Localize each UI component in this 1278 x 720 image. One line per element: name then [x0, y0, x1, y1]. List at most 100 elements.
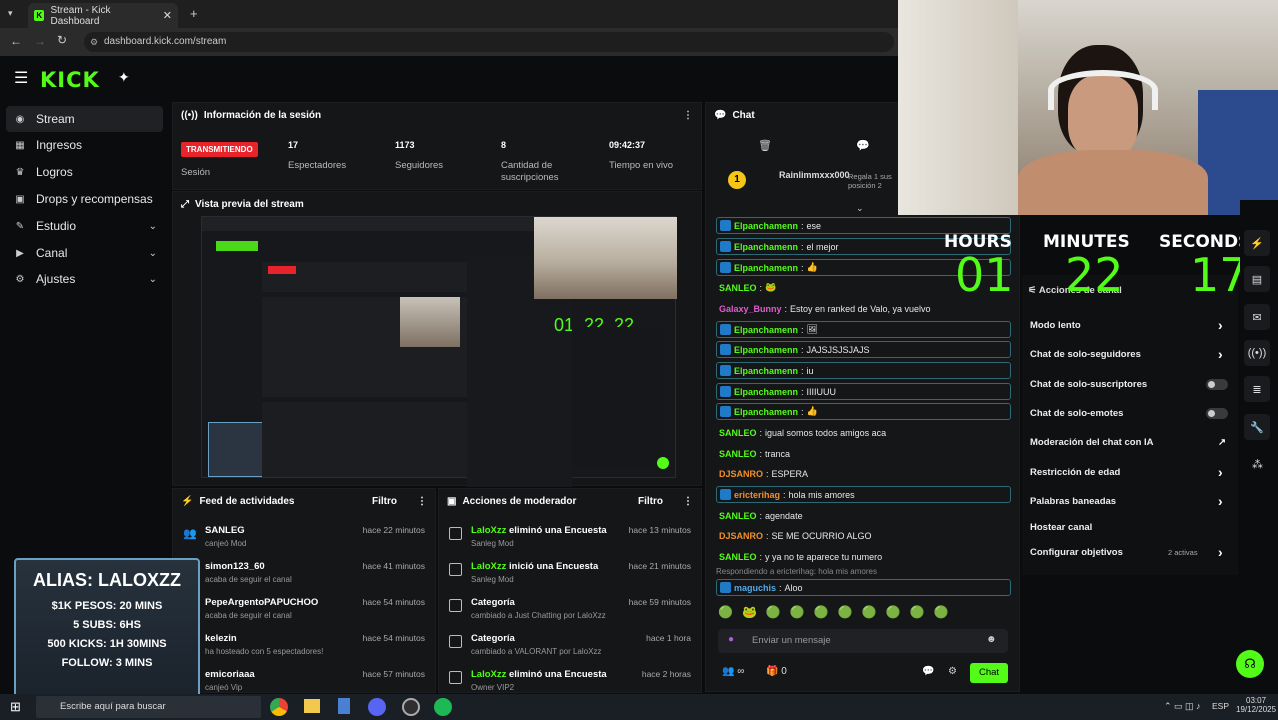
- mod-action-row: Categoría cambiado a Just Chatting por L…: [439, 591, 701, 627]
- mod-detail: cambiado a Just Chatting por LaloXzz: [471, 611, 606, 620]
- chat-bubble-icon[interactable]: 💬: [856, 139, 870, 152]
- chat-user[interactable]: Elpanchamenn: [734, 263, 798, 273]
- chat-user[interactable]: DJSANRO: [719, 531, 763, 541]
- sidebar-item-logros[interactable]: ♛ Logros: [6, 159, 163, 185]
- sidebar-item-ajustes[interactable]: ⚙ Ajustes ⌄: [6, 266, 163, 292]
- channel-action-item[interactable]: Palabras baneadas ›: [1030, 493, 1230, 509]
- channel-action-item[interactable]: Modo lento ›: [1030, 317, 1230, 333]
- sidebar-item-ingresos[interactable]: ▦ Ingresos: [6, 132, 163, 158]
- more-options-icon[interactable]: ⋮: [417, 496, 427, 507]
- sidebar-item-canal[interactable]: ▶ Canal ⌄: [6, 240, 163, 266]
- chat-user[interactable]: SANLEO: [719, 511, 757, 521]
- chat-user[interactable]: DJSANRO: [719, 469, 763, 479]
- chat-text: agendate: [765, 510, 803, 521]
- chat-user[interactable]: SANLEO: [719, 428, 757, 438]
- chat-user[interactable]: Elpanchamenn: [734, 407, 798, 417]
- more-options-icon[interactable]: ⋮: [683, 496, 693, 507]
- card-icon[interactable]: ▤: [1244, 266, 1270, 292]
- sidebar-item-label: Canal: [36, 246, 68, 260]
- users-count: 👥 ∞: [722, 666, 744, 677]
- kick-logo[interactable]: KICK: [40, 68, 100, 92]
- activity-time: hace 57 minutos: [362, 669, 425, 679]
- pin-tool-icon[interactable]: ✦: [118, 69, 130, 86]
- preview-live-badge: [268, 266, 296, 274]
- chat-user[interactable]: Elpanchamenn: [734, 345, 798, 355]
- send-chat-button[interactable]: Chat: [970, 663, 1008, 683]
- obs-icon[interactable]: [402, 698, 420, 716]
- support-icon[interactable]: ☊: [1236, 650, 1264, 678]
- chat-user[interactable]: ericterihag: [734, 490, 780, 500]
- channel-action-item[interactable]: Chat de solo-seguidores ›: [1030, 346, 1230, 362]
- forward-icon[interactable]: →: [34, 34, 46, 48]
- windows-start-icon[interactable]: ⊞: [10, 699, 21, 715]
- back-icon[interactable]: ←: [10, 34, 22, 48]
- sidebar-item-label: Ajustes: [36, 272, 76, 286]
- right-icon-rail: ⚡ ▤ ✉ ((•)) ≣ 🔧 ⁂ ☊: [1236, 200, 1278, 700]
- channel-action-item[interactable]: Hostear canal: [1030, 522, 1230, 533]
- file-icon[interactable]: [338, 698, 350, 714]
- channel-action-item[interactable]: Configurar objetivos 2 activas ›: [1030, 544, 1230, 560]
- channel-action-item[interactable]: Moderación del chat con IA ↗: [1030, 437, 1230, 448]
- channel-action-item[interactable]: Restricción de edad ›: [1030, 464, 1230, 480]
- bolt-icon[interactable]: ⚡: [1244, 230, 1270, 256]
- wrench-icon[interactable]: 🔧: [1244, 414, 1270, 440]
- chat-user[interactable]: Elpanchamenn: [734, 221, 798, 231]
- new-tab-icon[interactable]: +: [190, 6, 198, 21]
- emote-bar[interactable]: 🟢🐸🟢🟢🟢🟢🟢🟢🟢🟢: [718, 605, 957, 619]
- more-options-icon[interactable]: ⋮: [683, 110, 693, 121]
- chat-settings-icon[interactable]: ⚙: [948, 666, 957, 677]
- site-info-icon[interactable]: ⚙: [90, 32, 98, 52]
- menu-icon[interactable]: ☰: [14, 68, 28, 88]
- browser-tab[interactable]: K Stream - Kick Dashboard ✕: [28, 3, 178, 28]
- folder-icon[interactable]: [304, 699, 320, 713]
- chrome-icon[interactable]: [270, 698, 288, 716]
- chat-text: tranca: [765, 448, 791, 459]
- sidebar-item-estudio[interactable]: ✎ Estudio ⌄: [6, 213, 163, 239]
- channel-action-item[interactable]: Chat de solo-emotes: [1030, 408, 1230, 419]
- filter-button[interactable]: Filtro: [638, 496, 663, 507]
- close-tab-icon[interactable]: ✕: [163, 9, 172, 22]
- chat-emote-icon[interactable]: 💬: [922, 666, 934, 677]
- chat-user[interactable]: Elpanchamenn: [734, 387, 798, 397]
- panel-title: Acciones de moderador: [462, 495, 577, 507]
- taskbar-clock[interactable]: 03:07 19/12/2025: [1236, 696, 1276, 714]
- url-field[interactable]: ⚙ dashboard.kick.com/stream: [84, 32, 894, 52]
- chevron-down-icon: ⌄: [148, 273, 157, 285]
- tray-icons[interactable]: ⌃ ▭ ◫ ♪: [1164, 701, 1201, 712]
- chat-user[interactable]: SANLEO: [719, 552, 757, 562]
- reload-icon[interactable]: ↻: [57, 33, 67, 47]
- sidebar-item-drops[interactable]: ▣ Drops y recompensas: [6, 186, 163, 212]
- sidebar-item-stream[interactable]: ◉ Stream: [6, 106, 163, 132]
- message-icon[interactable]: ✉: [1244, 304, 1270, 330]
- preview-mod-panel: [572, 327, 664, 467]
- server-icon[interactable]: ≣: [1244, 376, 1270, 402]
- chat-text: 🐸: [765, 282, 777, 292]
- chat-user[interactable]: Elpanchamenn: [734, 242, 798, 252]
- chat-user[interactable]: Elpanchamenn: [734, 366, 798, 376]
- channel-action-item[interactable]: Chat de solo-suscriptores: [1030, 379, 1230, 390]
- chat-user[interactable]: Galaxy_Bunny: [719, 304, 782, 314]
- tab-list-icon[interactable]: ▾: [8, 8, 13, 19]
- broadcast-icon[interactable]: ((•)): [1244, 340, 1270, 366]
- chat-user[interactable]: SANLEO: [719, 449, 757, 459]
- chat-message: ericterihag: hola mis amores: [716, 486, 1011, 503]
- chat-message: Elpanchamenn: iu: [716, 362, 1011, 379]
- trash-icon[interactable]: 🗑: [758, 139, 772, 152]
- mic-icon[interactable]: ●: [728, 634, 734, 645]
- stream-preview-video[interactable]: 01 22 22: [201, 216, 677, 487]
- spotify-icon[interactable]: [434, 698, 452, 716]
- chat-input[interactable]: ● Enviar un mensaje ☻: [718, 629, 1008, 653]
- discord-icon[interactable]: [368, 698, 386, 716]
- chat-input-placeholder: Enviar un mensaje: [752, 635, 831, 646]
- taskbar-search[interactable]: Escribe aquí para buscar: [36, 696, 261, 718]
- toggle-switch[interactable]: [1206, 408, 1228, 419]
- chat-user[interactable]: Elpanchamenn: [734, 325, 798, 335]
- language-indicator[interactable]: ESP: [1212, 701, 1229, 711]
- activity-detail: canjeó Mod: [205, 539, 247, 548]
- chat-user[interactable]: SANLEO: [719, 283, 757, 293]
- emoji-icon[interactable]: ☻: [986, 634, 997, 645]
- toggle-switch[interactable]: [1206, 379, 1228, 390]
- filter-button[interactable]: Filtro: [372, 496, 397, 507]
- people-icon[interactable]: ⁂: [1252, 458, 1263, 471]
- collapse-icon[interactable]: ⌄: [856, 203, 864, 214]
